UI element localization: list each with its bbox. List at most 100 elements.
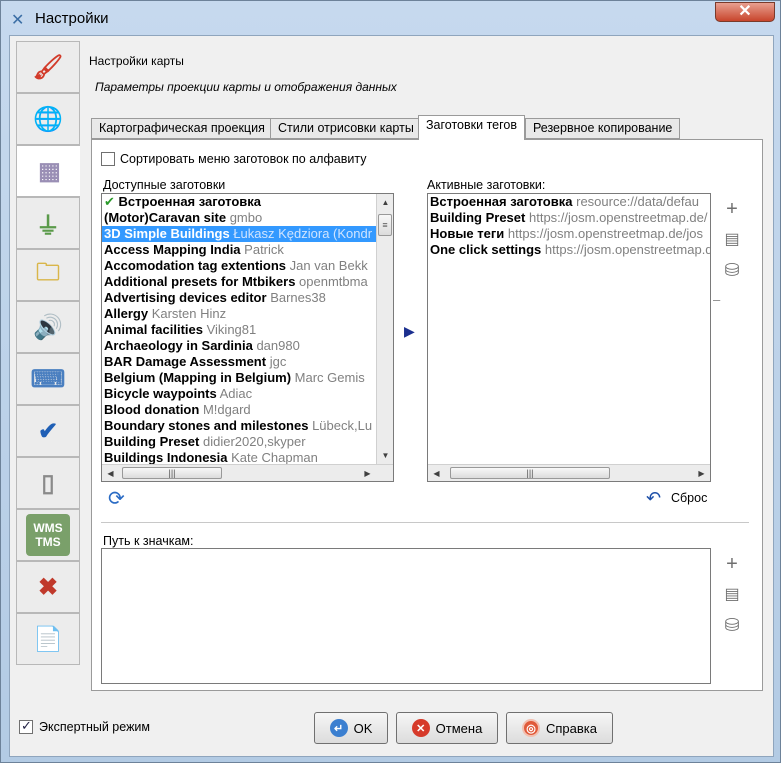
list-item[interactable]: Встроенная заготовка resource://data/def… [428, 194, 710, 210]
cancel-label: Отмена [435, 720, 483, 736]
preset-name: BAR Damage Assessment [104, 354, 267, 369]
sidebar-tab-connection[interactable]: ⏚ [16, 197, 80, 249]
list-item[interactable]: Animal facilities Viking81 [102, 322, 376, 338]
add-path-icon[interactable]: + [721, 553, 743, 575]
preset-author: Adiac [219, 386, 253, 401]
reload-presets-icon[interactable]: ⟳ [108, 486, 125, 511]
icon-paths-list[interactable] [101, 548, 711, 684]
sort-presets-checkbox[interactable] [101, 152, 115, 166]
list-item[interactable]: Belgium (Mapping in Belgium) Marc Gemis [102, 370, 376, 386]
list-item[interactable]: ✔ Встроенная заготовка [102, 194, 376, 210]
list-item[interactable]: Building Preset https://josm.openstreetm… [428, 210, 710, 226]
reset-icon[interactable]: ↶ [646, 488, 661, 509]
preset-name: Boundary stones and milestones [104, 418, 309, 433]
preferences-sidebar: 🖌 🌐 ▦ ⏚ 🗀 🔊 ⌨ ✔ ▯ WMS TMS ✖ 📄 [16, 41, 82, 691]
preset-author: Jan van Bekk [289, 258, 368, 273]
list-item[interactable]: Blood donation M!dgard [102, 402, 376, 418]
preset-author: M!dgard [202, 402, 251, 417]
keyboard-icon: ⌨ [30, 365, 66, 393]
tab-tag-presets[interactable]: Заготовки тегов [418, 115, 525, 140]
list-item[interactable]: Additional presets for Mtbikers openmtbm… [102, 274, 376, 290]
sidebar-tab-map[interactable]: ▦ [16, 145, 82, 197]
list-item[interactable]: Accomodation tag extentions Jan van Bekk [102, 258, 376, 274]
edit-path-icon[interactable]: ▤ [721, 583, 743, 605]
map-grid-icon: ▦ [38, 157, 61, 185]
sidebar-tab-shortcuts[interactable]: ⌨ [16, 353, 80, 405]
list-item[interactable]: BAR Damage Assessment jgc [102, 354, 376, 370]
list-item[interactable]: Archaeology in Sardinia dan980 [102, 338, 376, 354]
list-item[interactable]: Boundary stones and milestones Lübeck,Lu [102, 418, 376, 434]
scroll-right-arrow-icon[interactable]: ▶ [694, 466, 709, 481]
preset-author: Viking81 [206, 322, 257, 337]
list-item[interactable]: Bicycle waypoints Adiac [102, 386, 376, 402]
sidebar-tab-remote[interactable]: ▯ [16, 457, 80, 509]
preset-author: Patrick [244, 242, 284, 257]
scroll-right-arrow-icon[interactable]: ▶ [360, 466, 375, 481]
preset-name: One click settings [430, 242, 542, 257]
preset-author: Barnes38 [270, 290, 326, 305]
scroll-thumb[interactable]: ||| [122, 467, 222, 479]
preset-author: didier2020,skyper [202, 434, 306, 449]
activate-preset-arrow-icon[interactable]: ▶ [404, 323, 415, 340]
list-item[interactable]: Building Preset didier2020,skyper [102, 434, 376, 450]
tab-projection[interactable]: Картографическая проекция [91, 118, 273, 139]
scroll-left-arrow-icon[interactable]: ◀ [103, 466, 118, 481]
edit-preset-icon[interactable]: ▤ [721, 228, 743, 250]
help-button[interactable]: ◎ Справка [506, 712, 613, 744]
preset-name: Blood donation [104, 402, 200, 417]
scroll-thumb[interactable]: ≡ [378, 214, 392, 236]
scroll-left-arrow-icon[interactable]: ◀ [429, 466, 444, 481]
preset-name: Archaeology in Sardinia [104, 338, 253, 353]
list-item[interactable]: Новые теги https://josm.openstreetmap.de… [428, 226, 710, 242]
sidebar-tab-advanced[interactable]: ✖ [16, 561, 80, 613]
sidebar-tab-plugins[interactable]: 📄 [16, 613, 80, 665]
scroll-thumb[interactable]: ||| [450, 467, 610, 479]
sidebar-tab-display[interactable]: 🖌 [16, 41, 80, 93]
tools-icon: ✖ [37, 573, 59, 601]
list-item[interactable]: Buildings Indonesia Kate Chapman [102, 450, 376, 464]
list-item[interactable]: One click settings https://josm.openstre… [428, 242, 710, 258]
ok-button[interactable]: ↵ OK [314, 712, 388, 744]
paintbrush-icon: 🖌 [32, 53, 64, 81]
add-preset-icon[interactable]: + [721, 198, 743, 220]
list-item[interactable]: 3D Simple Buildings Łukasz Kędziora (Kon… [102, 226, 376, 242]
reset-label[interactable]: Сброс [671, 491, 707, 505]
preset-name: Belgium (Mapping in Belgium) [104, 370, 292, 385]
preset-name: Animal facilities [104, 322, 203, 337]
list-item[interactable]: Advertising devices editor Barnes38 [102, 290, 376, 306]
list-item[interactable]: Allergy Karsten Hinz [102, 306, 376, 322]
list-item[interactable]: (Motor)Caravan site gmbo [102, 210, 376, 226]
preset-name: Buildings Indonesia [104, 450, 228, 464]
preset-name: Accomodation tag extentions [104, 258, 287, 273]
preset-name: Access Mapping India [104, 242, 241, 257]
delete-preset-icon[interactable]: ⛁ [721, 259, 743, 281]
lifebuoy-icon: ◎ [522, 719, 540, 737]
active-presets-list[interactable]: Встроенная заготовка resource://data/def… [427, 193, 711, 482]
active-horizontal-scrollbar[interactable]: ◀ ||| ▶ [428, 464, 710, 481]
tab-backup[interactable]: Резервное копирование [525, 118, 681, 139]
tab-map-styles[interactable]: Стили отрисовки карты [270, 118, 422, 139]
sidebar-tab-files[interactable]: 🗀 [16, 249, 80, 301]
builtin-check-icon: ✔ [104, 194, 119, 209]
scroll-up-arrow-icon[interactable]: ▲ [378, 195, 393, 210]
sidebar-tab-audio[interactable]: 🔊 [16, 301, 80, 353]
expert-mode-checkbox[interactable] [19, 718, 33, 734]
list-item[interactable]: Access Mapping India Patrick [102, 242, 376, 258]
delete-path-icon[interactable]: ⛁ [721, 614, 743, 636]
cancel-button[interactable]: ✕ Отмена [396, 712, 498, 744]
checkmark-icon: ✔ [37, 417, 59, 445]
sidebar-tab-validator[interactable]: ✔ [16, 405, 80, 457]
sidebar-tab-imagery[interactable]: WMS TMS [16, 509, 80, 561]
preset-name: Building Preset [104, 434, 200, 449]
separator [101, 522, 749, 523]
preset-name: Новые теги [430, 226, 505, 241]
close-button[interactable]: ✕ [715, 2, 775, 22]
scroll-down-arrow-icon[interactable]: ▼ [378, 448, 393, 463]
sidebar-tab-projection[interactable]: 🌐 [16, 93, 80, 145]
available-presets-list[interactable]: ✔ Встроенная заготовка (Motor)Caravan sit… [101, 193, 394, 482]
available-horizontal-scrollbar[interactable]: ◀ ||| ▶ [102, 464, 393, 481]
cancel-icon: ✕ [411, 719, 430, 737]
available-vertical-scrollbar[interactable]: ▲ ≡ ▼ [376, 194, 393, 464]
speaker-icon: 🔊 [33, 313, 63, 341]
preset-author: Kate Chapman [231, 450, 318, 464]
